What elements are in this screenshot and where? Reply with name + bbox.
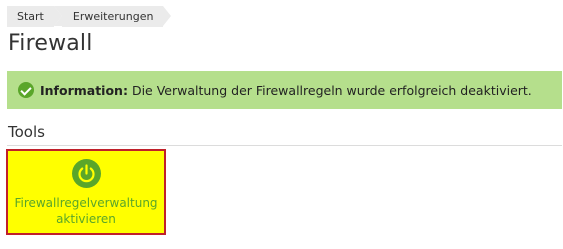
breadcrumb: Start Erweiterungen [7,6,171,27]
success-alert: Information: Die Verwaltung der Firewall… [7,71,562,109]
section-divider [7,145,562,146]
power-icon [71,159,101,188]
breadcrumb-item-start[interactable]: Start [7,6,62,27]
enable-firewall-rules-button[interactable]: Firewallregelverwaltung aktivieren [6,149,166,235]
page-title: Firewall [8,31,93,56]
check-circle-icon [18,82,34,98]
alert-message: Die Verwaltung der Firewallregeln wurde … [131,82,532,98]
alert-prefix: Information: [40,82,128,98]
page: Start Erweiterungen Firewall Information… [0,0,563,249]
tool-label: Firewallregelverwaltung aktivieren [14,196,158,226]
breadcrumb-item-erweiterungen[interactable]: Erweiterungen [53,6,171,27]
section-title-tools: Tools [8,123,45,141]
